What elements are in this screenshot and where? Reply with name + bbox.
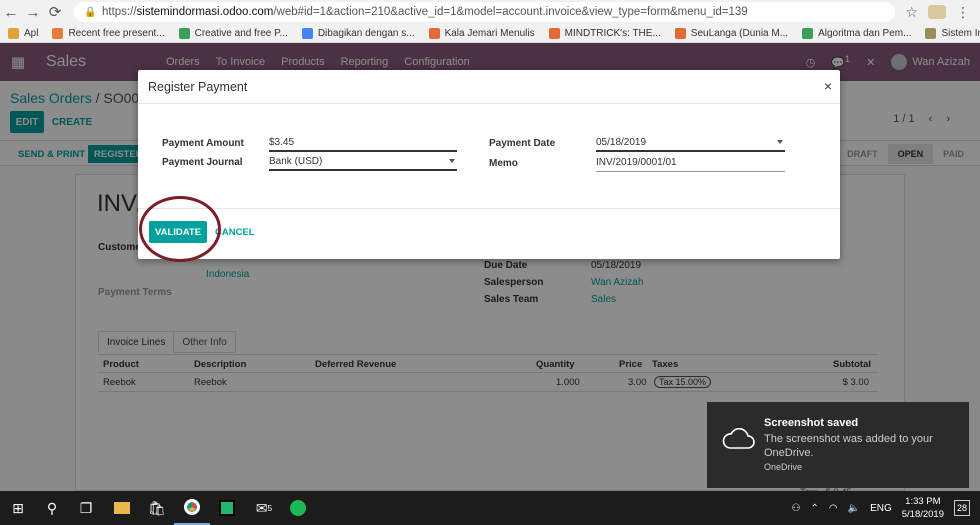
windows-start-icon[interactable]: ⊞ (0, 491, 36, 525)
tray-chevron-icon[interactable]: ⌃ (810, 503, 818, 514)
address-bar[interactable]: 🔒 https:// sistemindormasi.odoo.com /web… (74, 2, 896, 22)
payment-date-label: Payment Date (489, 138, 556, 149)
bookmark-star-icon[interactable]: ☆ (905, 4, 918, 21)
bookmark-favicon (548, 27, 560, 39)
memo-label: Memo (489, 158, 518, 169)
chevron-down-icon (777, 140, 783, 144)
payment-journal-select[interactable]: Bank (USD) (269, 154, 457, 171)
folder-shape (114, 502, 130, 514)
bookmark-favicon (802, 27, 814, 39)
clock-time: 1:33 PM (905, 496, 941, 507)
payment-date-input[interactable]: 05/18/2019 (596, 135, 785, 152)
dialog-header: Register Payment × (138, 70, 840, 104)
chevron-down-icon (449, 159, 455, 163)
mail-icon[interactable]: ✉ 5 (246, 491, 282, 525)
search-icon[interactable]: ⚲ (34, 491, 70, 525)
extension-icon[interactable] (928, 5, 946, 19)
bookmark-favicon (178, 27, 190, 39)
bookmark-item[interactable]: Creative and free P... (178, 27, 288, 39)
browser-menu-icon[interactable]: ⋮ (956, 4, 970, 21)
url-host: sistemindormasi.odoo.com (136, 6, 274, 18)
apps-grid-icon (8, 27, 19, 39)
pycharm-logo (219, 500, 235, 516)
bookmark-item[interactable]: Algoritma dan Pem... (802, 27, 911, 39)
memo-input[interactable]: INV/2019/0001/01 (596, 155, 785, 172)
cancel-button[interactable]: CANCEL (215, 221, 255, 243)
pycharm-icon[interactable] (209, 491, 245, 525)
bookmark-item[interactable]: SeuLanga (Dunia M... (674, 27, 788, 39)
bookmark-favicon (428, 27, 440, 39)
store-icon[interactable]: 🛍 (139, 491, 175, 525)
toast-body: The screenshot was added to your OneDriv… (764, 433, 933, 459)
task-view-icon[interactable]: ❐ (68, 491, 104, 525)
annotation-circle (139, 196, 221, 262)
clock[interactable]: 1:33 PM 5/18/2019 (902, 495, 944, 521)
url-scheme: https:// (102, 6, 137, 18)
browser-toolbar: ← → ⟳ 🔒 https:// sistemindormasi.odoo.co… (0, 0, 980, 24)
bookmark-favicon (925, 27, 937, 39)
language-indicator[interactable]: ENG (870, 503, 892, 514)
dialog-title: Register Payment (148, 80, 248, 94)
bookmark-favicon (674, 27, 686, 39)
bookmark-item[interactable]: Dibagikan dengan s... (301, 27, 415, 39)
bookmarks-bar: Apl Recent free present... Creative and … (0, 24, 980, 43)
bookmark-favicon (52, 27, 64, 39)
url-path: /web#id=1&action=210&active_id=1&model=a… (273, 6, 748, 18)
bookmark-item[interactable]: Recent free present... (52, 27, 165, 39)
spotify-icon[interactable] (280, 491, 316, 525)
toast-source: OneDrive (764, 462, 803, 472)
spotify-logo (290, 500, 306, 516)
action-center-icon[interactable]: 28 (954, 500, 970, 516)
bookmark-item[interactable]: Kala Jemari Menulis (428, 27, 535, 39)
notification-toast[interactable]: Screenshot saved The screenshot was adde… (707, 402, 969, 488)
volume-icon[interactable]: 🔈 (848, 503, 860, 514)
back-icon[interactable]: ← (0, 1, 22, 23)
payment-date-value: 05/18/2019 (596, 137, 647, 148)
close-icon[interactable]: × (824, 78, 832, 94)
file-explorer-icon[interactable] (104, 491, 140, 525)
register-payment-dialog: Register Payment × Payment Amount $3.45 … (138, 70, 840, 259)
reload-icon[interactable]: ⟳ (44, 1, 66, 23)
chrome-logo (184, 499, 200, 515)
payment-amount-input[interactable]: $3.45 (269, 135, 457, 152)
toast-title: Screenshot saved (764, 417, 859, 429)
payment-journal-label: Payment Journal (162, 157, 243, 168)
windows-taskbar: ⊞ ⚲ ❐ 🛍 ✉ 5 ⚇ ⌃ ◠ 🔈 ENG 1:33 PM 5/18/2019… (0, 491, 980, 525)
bookmark-item[interactable]: Sistem Informasi M... (925, 27, 980, 39)
wifi-icon[interactable]: ◠ (829, 503, 838, 514)
bookmark-item[interactable]: MINDTRICK's: THE... (548, 27, 661, 39)
chrome-icon[interactable] (174, 491, 210, 525)
mail-badge: 5 (267, 503, 273, 513)
bookmark-apps[interactable]: Apl (8, 27, 38, 39)
lock-icon: 🔒 (84, 7, 97, 18)
bookmark-favicon (301, 27, 313, 39)
people-icon[interactable]: ⚇ (792, 503, 801, 514)
payment-amount-label: Payment Amount (162, 138, 244, 149)
cloud-icon (722, 428, 755, 449)
forward-icon[interactable]: → (22, 1, 44, 23)
payment-journal-value: Bank (USD) (269, 156, 323, 167)
system-tray: ⚇ ⌃ ◠ 🔈 ENG 1:33 PM 5/18/2019 28 (792, 491, 970, 525)
dialog-footer: VALIDATE CANCEL (138, 208, 840, 259)
clock-date: 5/18/2019 (901, 509, 944, 520)
